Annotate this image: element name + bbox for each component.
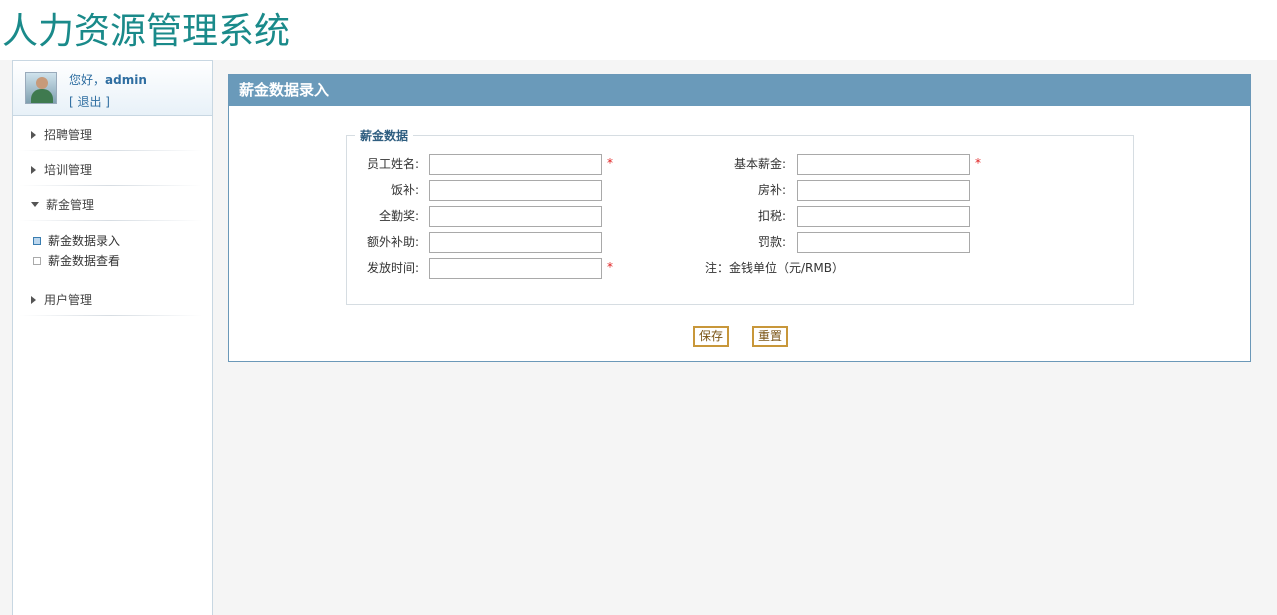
caret-right-icon [31, 131, 36, 139]
sidebar-item-users[interactable]: 用户管理 [13, 281, 212, 316]
greeting: 您好，admin [69, 71, 147, 88]
submenu-item-salary-entry[interactable]: 薪金数据录入 [33, 231, 212, 251]
tax-deduction-input[interactable] [797, 206, 970, 227]
sidebar-item-recruitment[interactable]: 招聘管理 [13, 116, 212, 151]
avatar [25, 72, 57, 104]
app-title: 人力资源管理系统 [2, 11, 291, 52]
housing-allowance-label: 房补: [757, 183, 786, 197]
sidebar-item-label: 培训管理 [44, 163, 93, 177]
user-box: 您好，admin [ 退出 ] [13, 61, 212, 116]
fine-input[interactable] [797, 232, 970, 253]
fine-label: 罚款: [757, 235, 786, 249]
submenu-item-label: 薪金数据查看 [48, 254, 121, 268]
caret-right-icon [31, 296, 36, 304]
salary-submenu: 薪金数据录入 薪金数据查看 [13, 221, 212, 281]
avatar-body-icon [31, 89, 53, 103]
sidebar-item-label: 薪金管理 [46, 198, 95, 212]
currency-note: 注：金钱单位（元/RMB） [705, 261, 844, 275]
save-button[interactable]: 保存 [693, 326, 730, 347]
submenu-item-salary-view[interactable]: 薪金数据查看 [33, 251, 212, 271]
square-bullet-icon [33, 237, 41, 245]
attendance-bonus-input[interactable] [429, 206, 602, 227]
reset-button[interactable]: 重置 [752, 326, 789, 347]
tax-deduction-label: 扣税: [757, 209, 786, 223]
caret-right-icon [31, 166, 36, 174]
base-salary-input[interactable] [797, 154, 970, 175]
square-bullet-icon [33, 257, 41, 265]
base-salary-label: 基本薪金: [733, 157, 786, 171]
meal-allowance-label: 饭补: [390, 183, 419, 197]
logout-link[interactable]: [ 退出 ] [69, 93, 110, 110]
sidebar-item-training[interactable]: 培训管理 [13, 151, 212, 186]
required-mark: * [607, 260, 613, 274]
housing-allowance-input[interactable] [797, 180, 970, 201]
sidebar-item-salary[interactable]: 薪金管理 [13, 186, 212, 221]
submenu-item-label: 薪金数据录入 [48, 234, 121, 248]
sidebar: 您好，admin [ 退出 ] 招聘管理 培训管理 薪金管理 薪金数据录入 薪金… [12, 60, 213, 615]
panel-title: 薪金数据录入 [229, 75, 1250, 106]
employee-name-input[interactable] [429, 154, 602, 175]
extra-allowance-label: 额外补助: [366, 235, 419, 249]
required-mark: * [607, 156, 613, 170]
meal-allowance-input[interactable] [429, 180, 602, 201]
user-name: admin [105, 73, 147, 87]
payment-time-label: 发放时间: [366, 261, 419, 275]
required-mark: * [975, 156, 981, 170]
avatar-head-icon [36, 77, 48, 89]
caret-down-icon [31, 202, 39, 207]
sidebar-item-label: 用户管理 [44, 293, 93, 307]
fieldset-legend: 薪金数据 [360, 129, 409, 143]
greeting-text: 您好， [69, 73, 106, 87]
sidebar-item-label: 招聘管理 [44, 128, 93, 142]
payment-time-input[interactable] [429, 258, 602, 279]
extra-allowance-input[interactable] [429, 232, 602, 253]
salary-entry-panel: 薪金数据录入 薪金数据 员工姓名: * 基本薪金: * 饭补: 房补: 全勤奖:… [228, 74, 1251, 362]
attendance-bonus-label: 全勤奖: [378, 209, 419, 223]
employee-name-label: 员工姓名: [366, 157, 419, 171]
